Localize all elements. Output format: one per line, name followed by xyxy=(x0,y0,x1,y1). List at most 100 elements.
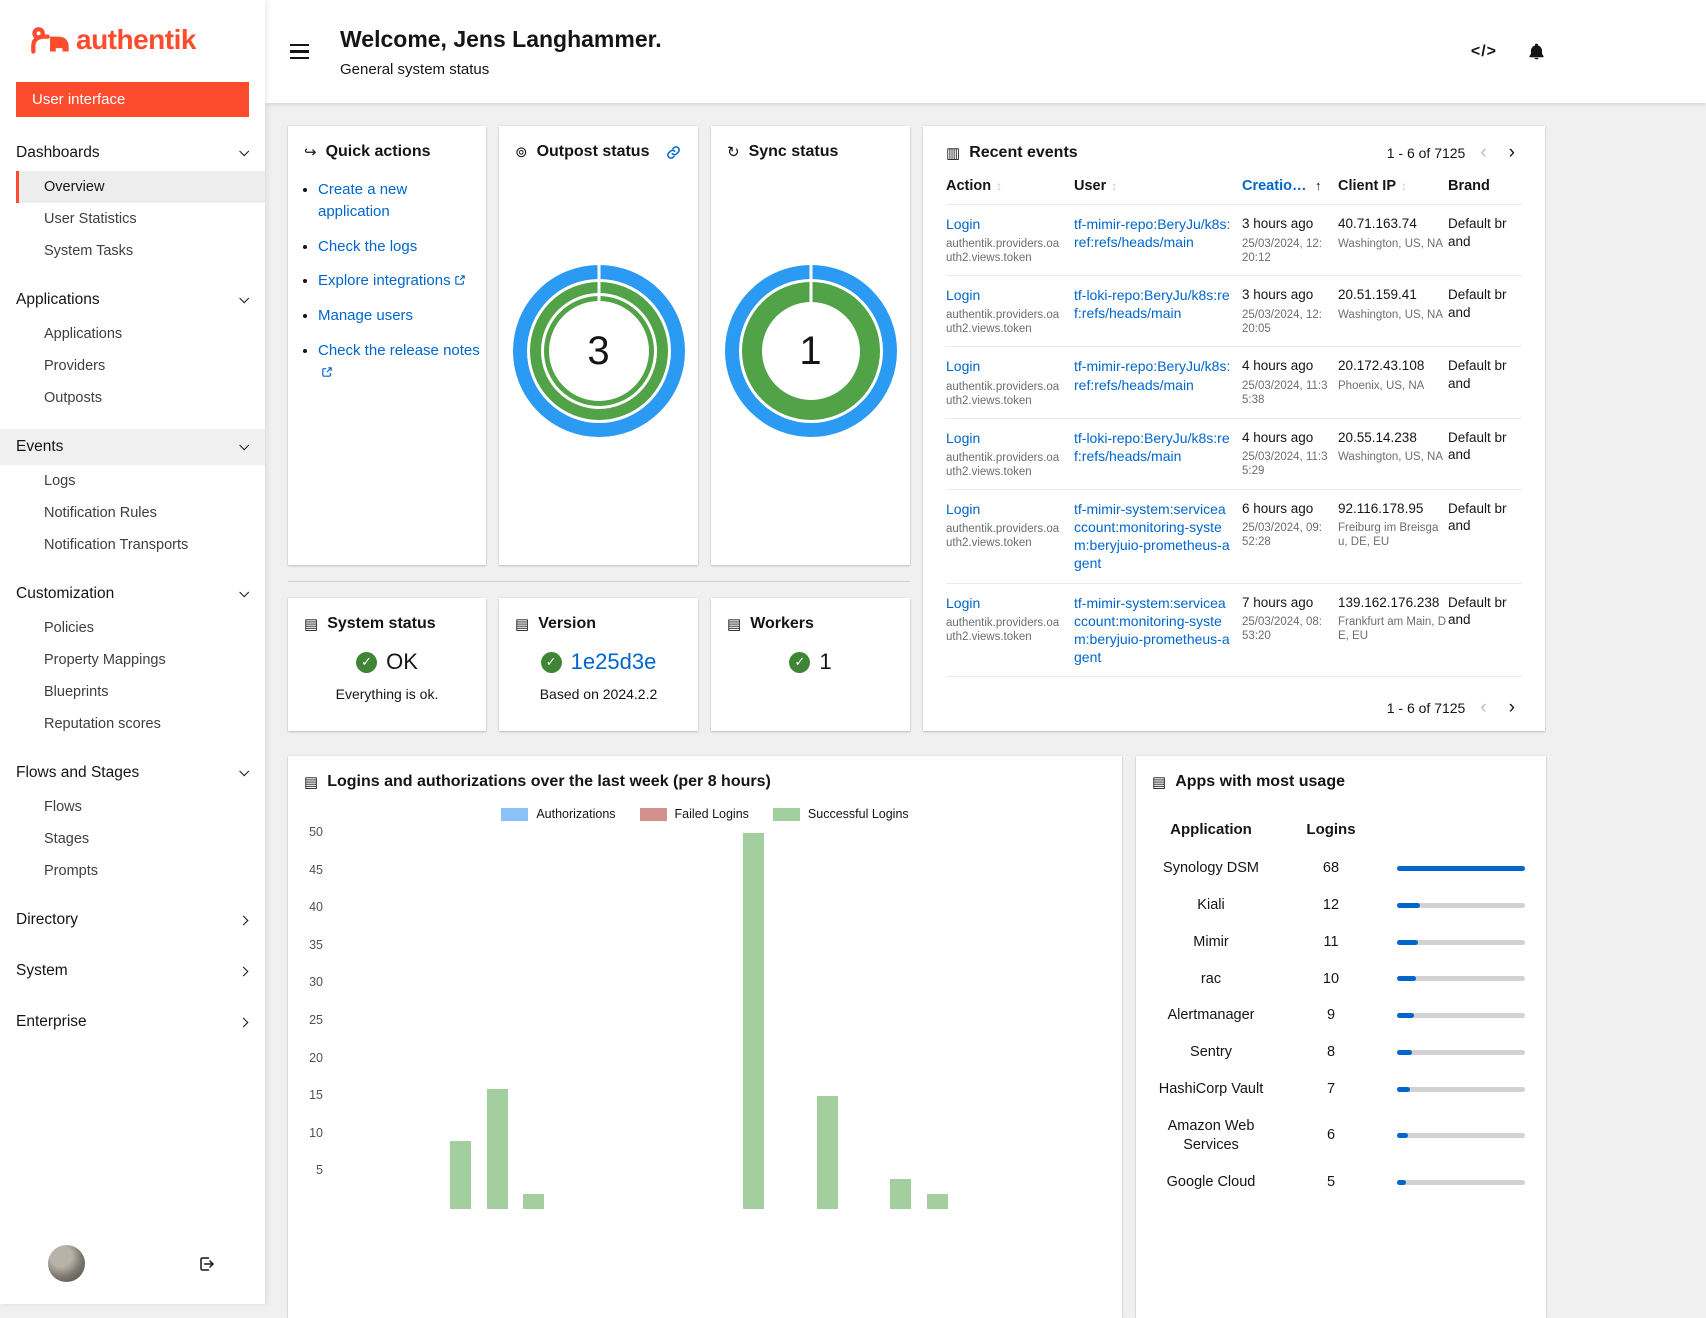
column-label: Brand xyxy=(1448,178,1490,194)
pagination-prev-icon[interactable]: ‹ xyxy=(1473,698,1493,717)
event-action-context: authentik.providers.oauth2.views.token xyxy=(946,451,1064,479)
quick-action-link-manage-users[interactable]: Manage users xyxy=(318,307,413,324)
sidebar-item-applications[interactable]: Applications xyxy=(0,318,265,350)
user-interface-button[interactable]: User interface xyxy=(16,82,249,117)
events-column-creation-date[interactable]: Creation date ↑ xyxy=(1242,170,1338,205)
events-pagination-bottom: 1 - 6 of 7125 ‹ › xyxy=(1387,698,1522,717)
quick-action-link-explore-integrations[interactable]: Explore integrations xyxy=(318,272,451,289)
sidebar-item-notification-transports[interactable]: Notification Transports xyxy=(0,529,265,561)
event-user-link[interactable]: tf-mimir-repo:BeryJu/k8s:ref:refs/heads/… xyxy=(1074,357,1232,393)
sidebar-item-notification-rules[interactable]: Notification Rules xyxy=(0,497,265,529)
app-usage-row: Synology DSM68 xyxy=(1136,850,1546,887)
outpost-link-icon[interactable] xyxy=(666,145,681,160)
app-login-count: 8 xyxy=(1286,1034,1376,1071)
event-action-link[interactable]: Login xyxy=(946,215,980,233)
event-action-link[interactable]: Login xyxy=(946,594,980,612)
sidebar-item-providers[interactable]: Providers xyxy=(0,350,265,382)
sidebar-item-prompts[interactable]: Prompts xyxy=(0,855,265,887)
event-action-link[interactable]: Login xyxy=(946,357,980,375)
pagination-prev-icon[interactable]: ‹ xyxy=(1473,143,1493,162)
event-user-link[interactable]: tf-mimir-system:serviceaccount:monitorin… xyxy=(1074,594,1232,667)
chart-legend: AuthorizationsFailed LoginsSuccessful Lo… xyxy=(288,807,1122,821)
event-user-link[interactable]: tf-mimir-repo:BeryJu/k8s:ref:refs/heads/… xyxy=(1074,215,1232,251)
sidebar-item-policies[interactable]: Policies xyxy=(0,612,265,644)
page-header: Welcome, Jens Langhammer. General system… xyxy=(340,26,662,78)
event-time-absolute: 25/03/2024, 11:35:38 xyxy=(1242,379,1328,407)
event-creation-cell: 7 hours ago25/03/2024, 08:53:20 xyxy=(1242,583,1338,677)
sidebar-item-property-mappings[interactable]: Property Mappings xyxy=(0,644,265,676)
sidebar-item-stages[interactable]: Stages xyxy=(0,823,265,855)
app-login-count: 7 xyxy=(1286,1071,1376,1108)
sidebar-section-toggle-directory[interactable]: Directory xyxy=(0,902,265,938)
event-user-link[interactable]: tf-loki-repo:BeryJu/k8s:ref:refs/heads/m… xyxy=(1074,286,1232,322)
legend-swatch xyxy=(640,808,667,821)
usage-bar-fill xyxy=(1397,866,1525,871)
version-subtitle: Based on 2024.2.2 xyxy=(499,686,698,702)
workers-title: Workers xyxy=(750,615,814,633)
event-action-link[interactable]: Login xyxy=(946,500,980,518)
usage-bar-fill xyxy=(1397,1133,1408,1138)
quick-action-link-create-a-new-application[interactable]: Create a new application xyxy=(318,181,407,220)
app-login-count: 6 xyxy=(1286,1108,1376,1164)
events-table-header-row: Action↕User↕Creation date ↑ Client IP↕Bran… xyxy=(946,170,1522,205)
events-column-action[interactable]: Action↕ xyxy=(946,170,1074,205)
sidebar-item-flows[interactable]: Flows xyxy=(0,791,265,823)
api-drawer-icon[interactable]: </> xyxy=(1471,43,1497,61)
event-row[interactable]: Login authentik.providers.oauth2.views.to… xyxy=(946,418,1522,489)
app-name: Amazon Web Services xyxy=(1136,1108,1286,1164)
sync-status-title: Sync status xyxy=(749,143,839,161)
server-icon: ▤ xyxy=(304,773,318,791)
event-creation-cell: 3 hours ago25/03/2024, 12:20:12 xyxy=(1242,205,1338,276)
version-value[interactable]: 1e25d3e xyxy=(571,649,657,675)
check-circle-icon: ✓ xyxy=(356,652,377,673)
app-usage-row: rac10 xyxy=(1136,961,1546,998)
sidebar-section-toggle-system[interactable]: System xyxy=(0,953,265,989)
avatar[interactable] xyxy=(48,1245,85,1282)
topbar: Welcome, Jens Langhammer. General system… xyxy=(265,0,1706,103)
app-usage-cell xyxy=(1376,1108,1546,1164)
events-table: Action↕User↕Creation date ↑ Client IP↕Bran… xyxy=(946,170,1522,677)
sidebar-section-toggle-customization[interactable]: Customization xyxy=(0,576,265,612)
quick-action-item: Manage users xyxy=(318,305,486,327)
sign-out-icon[interactable] xyxy=(197,1255,217,1273)
sidebar-section-toggle-applications[interactable]: Applications xyxy=(0,282,265,318)
event-row[interactable]: Loginauthentik.providers.oauth2.views.to… xyxy=(946,347,1522,418)
event-action-link[interactable]: Login xyxy=(946,429,980,447)
sidebar-item-reputation-scores[interactable]: Reputation scores xyxy=(0,708,265,740)
sidebar-item-system-tasks[interactable]: System Tasks xyxy=(0,235,265,267)
event-row[interactable]: Loginauthentik.providers.oauth2.views.to… xyxy=(946,489,1522,583)
sidebar-section-toggle-dashboards[interactable]: Dashboards xyxy=(0,135,265,171)
sort-ascending-icon: ↑ xyxy=(1315,178,1322,193)
app-usage-cell xyxy=(1376,850,1546,887)
column-label: Action xyxy=(946,178,991,194)
events-column-user[interactable]: User↕ xyxy=(1074,170,1242,205)
event-user-link[interactable]: tf-loki-repo:BeryJu/k8s:ref:refs/heads/m… xyxy=(1074,429,1232,465)
event-action-link[interactable]: Login xyxy=(946,286,980,304)
pagination-next-icon[interactable]: › xyxy=(1502,143,1522,162)
notifications-bell-icon[interactable] xyxy=(1527,42,1546,61)
sidebar-item-user-statistics[interactable]: User Statistics xyxy=(0,203,265,235)
sidebar-item-blueprints[interactable]: Blueprints xyxy=(0,676,265,708)
sidebar-section-toggle-enterprise[interactable]: Enterprise xyxy=(0,1004,265,1040)
sidebar-item-logs[interactable]: Logs xyxy=(0,465,265,497)
quick-action-link-check-the-logs[interactable]: Check the logs xyxy=(318,238,417,255)
event-user-link[interactable]: tf-mimir-system:serviceaccount:monitorin… xyxy=(1074,500,1232,573)
column-label: Creation date xyxy=(1242,178,1310,194)
event-brand-cell: Default brand xyxy=(1448,583,1522,677)
quick-action-link-check-the-release-notes[interactable]: Check the release notes xyxy=(318,342,480,359)
authentik-logo[interactable]: authentik xyxy=(0,0,265,72)
sidebar-item-outposts[interactable]: Outposts xyxy=(0,382,265,414)
sidebar-section-toggle-events[interactable]: Events xyxy=(0,429,265,465)
chart-bar xyxy=(927,1194,948,1209)
sidebar-item-overview[interactable]: Overview xyxy=(16,171,265,203)
event-row[interactable]: Loginauthentik.providers.oauth2.views.to… xyxy=(946,583,1522,677)
chevron-down-icon xyxy=(239,766,249,776)
menu-toggle-icon[interactable] xyxy=(288,40,311,64)
pagination-next-icon[interactable]: › xyxy=(1502,698,1522,717)
event-row[interactable]: Loginauthentik.providers.oauth2.views.to… xyxy=(946,205,1522,276)
y-tick-label: 50 xyxy=(309,825,323,839)
sidebar-section-toggle-flows-and-stages[interactable]: Flows and Stages xyxy=(0,755,265,791)
quick-action-item: Create a new application xyxy=(318,179,486,223)
events-column-client-ip[interactable]: Client IP↕ xyxy=(1338,170,1448,205)
event-row[interactable]: Loginauthentik.providers.oauth2.views.to… xyxy=(946,276,1522,347)
